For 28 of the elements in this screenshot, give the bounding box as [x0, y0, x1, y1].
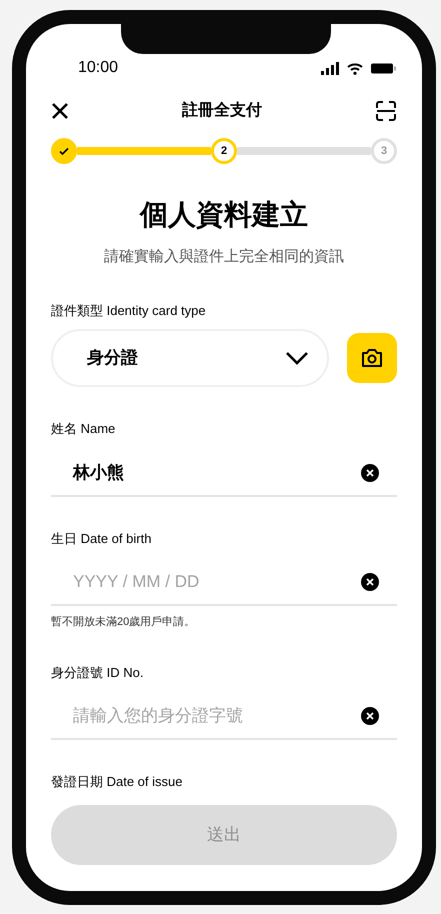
status-time: 10:00 — [78, 58, 118, 78]
wifi-icon — [347, 62, 363, 74]
camera-button[interactable] — [347, 333, 397, 383]
step-indicator: 3 — [371, 138, 397, 164]
step-indicator: 2 — [211, 138, 237, 164]
clear-icon[interactable] — [361, 573, 379, 591]
page-heading: 個人資料建立 — [138, 198, 309, 232]
close-icon[interactable] — [51, 102, 69, 120]
camera-icon — [360, 347, 384, 369]
field-label: 生日 Date of birth — [51, 530, 152, 548]
field-label: 發證日期 Date of issue — [51, 773, 184, 791]
page-subheading: 請確實輸入與證件上完全相同的資訊 — [103, 247, 345, 267]
clear-icon[interactable] — [361, 707, 379, 725]
check-icon — [58, 145, 70, 157]
battery-icon — [371, 62, 397, 74]
field-label: 證件類型 Identity card type — [51, 302, 207, 320]
input-field[interactable]: YYYY / MM / DD — [51, 560, 397, 606]
id-type-select[interactable]: 身分證 — [51, 329, 329, 387]
field-label: 姓名 Name — [51, 420, 116, 438]
clear-icon[interactable] — [361, 464, 379, 482]
input-field[interactable]: 林小熊 — [51, 450, 397, 496]
signal-icon — [321, 62, 339, 74]
chevron-down-icon — [285, 351, 309, 365]
hint-text: 暫不開放未滿20歲用戶申請。 — [51, 614, 196, 630]
input-field[interactable]: 請輸入您的身分證字號 — [51, 694, 397, 740]
nav-title: 註冊全支付 — [182, 100, 262, 121]
scan-icon[interactable] — [375, 100, 397, 122]
field-label: 身分證號 ID No. — [51, 664, 144, 682]
